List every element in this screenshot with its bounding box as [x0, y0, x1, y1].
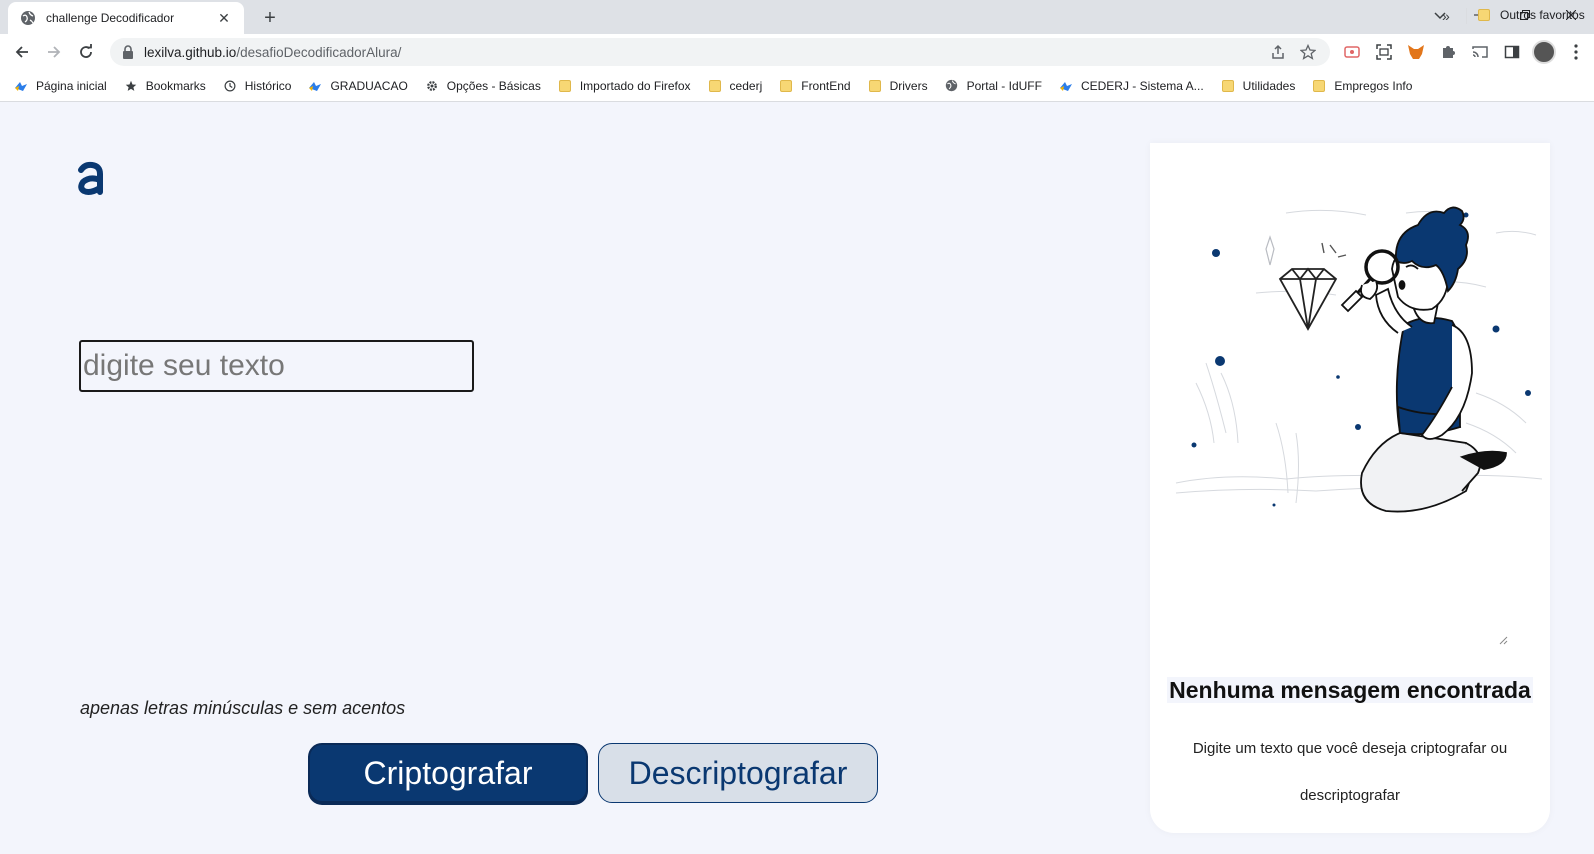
bookmark-item[interactable]: CEDERJ - Sistema A... [1059, 79, 1204, 93]
folder-icon [1478, 8, 1492, 22]
bookmark-label: Importado do Firefox [579, 78, 691, 93]
bookmark-label: CEDERJ - Sistema A... [1080, 78, 1204, 93]
encrypt-button[interactable]: Criptografar [308, 743, 588, 803]
bookmark-label: cederj [729, 78, 763, 93]
message-input[interactable] [79, 340, 474, 392]
url-text: lexilva.github.io/desafioDecodificadorAl… [144, 44, 402, 60]
other-bookmarks-folder[interactable]: Outros favoritos [1478, 8, 1585, 22]
cast-icon[interactable] [1468, 40, 1492, 64]
bookmarks-separator [1466, 8, 1467, 24]
bookmark-label: Opções - Básicas [446, 78, 541, 93]
globe-icon [20, 10, 36, 26]
address-bar[interactable]: lexilva.github.io/desafioDecodificadorAl… [110, 38, 1330, 66]
folder-icon [779, 79, 793, 93]
bookmarks-bar: Página inicial Bookmarks Histórico GRADUACA… [0, 70, 1594, 102]
side-panel-icon[interactable] [1500, 40, 1524, 64]
bookmark-label: Bookmarks [145, 78, 206, 93]
alura-logo [78, 161, 103, 195]
bookmark-item[interactable]: cederj [708, 78, 763, 93]
browser-tab[interactable]: challenge Decodificador ✕ [8, 2, 244, 34]
globe-icon [945, 79, 959, 93]
bookmark-label: Portal - IdUFF [966, 78, 1042, 93]
tab-title: challenge Decodificador [46, 11, 175, 25]
bookmark-item[interactable]: FrontEnd [779, 78, 851, 93]
close-tab-icon[interactable]: ✕ [216, 10, 232, 26]
omnibox-actions [1268, 42, 1318, 62]
alura-icon [1059, 79, 1073, 93]
browser-toolbar: lexilva.github.io/desafioDecodificadorAl… [0, 34, 1594, 70]
bookmark-item[interactable]: Bookmarks [124, 79, 206, 93]
lock-icon[interactable] [122, 45, 136, 59]
gear-icon [425, 79, 439, 93]
bookmark-item[interactable]: Drivers [868, 79, 928, 93]
bookmark-item[interactable]: Histórico [223, 78, 292, 93]
menu-kebab-icon[interactable] [1564, 40, 1588, 64]
resize-grip-icon[interactable] [1498, 635, 1508, 645]
bookmark-item[interactable]: Página inicial [14, 79, 107, 93]
profile-avatar[interactable] [1532, 40, 1556, 64]
folder-icon [868, 79, 882, 93]
bookmark-item[interactable]: Portal - IdUFF [945, 79, 1042, 93]
bookmark-item[interactable]: Utilidades [1221, 78, 1296, 93]
extensions-bar [1340, 40, 1588, 64]
bookmark-label: FrontEnd [801, 78, 851, 93]
alura-icon [308, 79, 322, 93]
input-hint: apenas letras minúsculas e sem acentos [80, 698, 406, 718]
history-icon [223, 79, 237, 93]
puzzle-icon[interactable] [1436, 40, 1460, 64]
reload-icon[interactable] [74, 40, 98, 64]
bookmark-item[interactable]: Opções - Básicas [425, 79, 541, 93]
bookmark-label: Página inicial [36, 78, 107, 93]
page-content: apenas letras minúsculas e sem acentos C… [0, 102, 1594, 854]
bookmark-item[interactable]: Importado do Firefox [558, 79, 691, 93]
empty-state-title: Nenhuma mensagem encontrada [1167, 677, 1533, 703]
forward-icon[interactable] [42, 40, 66, 64]
metamask-icon[interactable] [1404, 40, 1428, 64]
bookmark-label: Empregos Info [1334, 78, 1413, 93]
bookmark-item[interactable]: GRADUACAO [308, 78, 408, 93]
person-magnifier-illustration [1175, 206, 1543, 513]
output-panel[interactable]: Nenhuma mensagem encontrada Digite um te… [1150, 143, 1550, 833]
tab-strip: challenge Decodificador ✕ + [0, 0, 1594, 34]
bookmarks-overflow-button[interactable]: » [1442, 8, 1450, 24]
decrypt-button[interactable]: Descriptografar [598, 743, 878, 803]
folder-icon [708, 79, 722, 93]
folder-icon [558, 79, 572, 93]
folder-icon [1221, 79, 1235, 93]
empty-state-description: Digite um texto que você deseja criptogr… [1192, 740, 1508, 804]
bookmark-label: Drivers [889, 78, 928, 93]
share-icon[interactable] [1268, 42, 1288, 62]
bookmark-item[interactable]: Empregos Info [1312, 79, 1412, 93]
star-icon [124, 79, 138, 93]
cast-media-icon[interactable] [1340, 40, 1364, 64]
new-tab-button[interactable]: + [258, 6, 282, 30]
bookmark-label: Histórico [244, 78, 292, 93]
alura-icon [14, 79, 28, 93]
folder-icon [1312, 79, 1326, 93]
star-bookmark-icon[interactable] [1298, 42, 1318, 62]
screenshot-icon[interactable] [1372, 40, 1396, 64]
bookmark-label: Utilidades [1242, 78, 1296, 93]
back-icon[interactable] [10, 40, 34, 64]
bookmark-label: GRADUACAO [330, 78, 408, 93]
